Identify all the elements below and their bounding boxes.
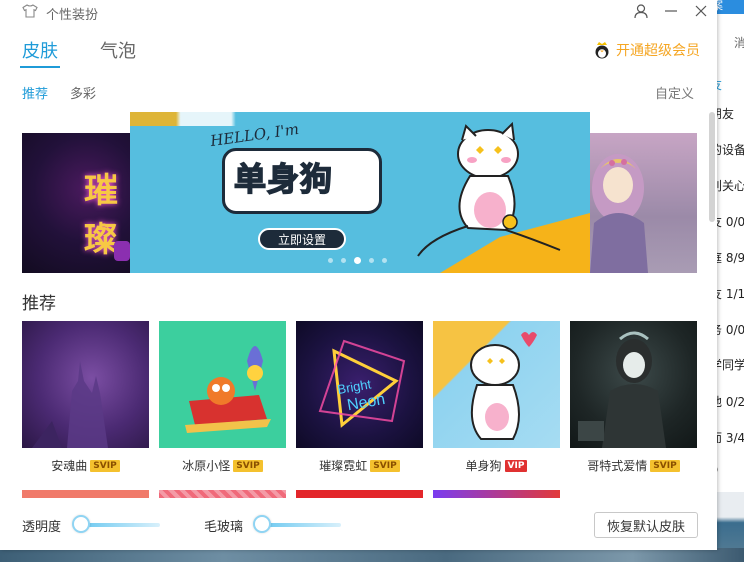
vip-link-label: 开通超级会员 <box>616 43 700 59</box>
apply-now-button[interactable]: 立即设置 <box>258 228 346 250</box>
frosted-glass-slider-handle[interactable] <box>253 515 271 533</box>
scrollbar[interactable] <box>709 112 715 222</box>
carousel-next-slide[interactable] <box>588 133 697 273</box>
skin-thumbnail <box>159 321 286 448</box>
carousel-dot[interactable] <box>341 258 346 263</box>
svip-badge: SVIP <box>233 459 263 472</box>
skin-panel: 个性装扮 皮肤 气泡 开通超级会员 推荐 多彩 自定义 璀璨 HELLO, I'… <box>0 0 717 550</box>
subtab-recommended[interactable]: 推荐 <box>22 83 48 102</box>
carousel-dots <box>328 257 387 264</box>
banner-headline: 单身狗 <box>233 159 334 199</box>
skin-name: 璀璨霓虹 <box>319 459 368 473</box>
restore-default-skin-button[interactable]: 恢复默认皮肤 <box>594 512 698 538</box>
skin-thumbnail[interactable] <box>22 490 149 498</box>
active-tab-indicator <box>20 66 60 68</box>
background-window-side-text: 消 <box>734 36 744 50</box>
skin-thumbnail <box>570 321 697 448</box>
window-title: 个性装扮 <box>46 8 99 23</box>
next-row-preview <box>22 490 582 498</box>
banner-carousel: 璀璨 HELLO, I'm 单身狗 立即设置 <box>22 112 697 274</box>
frosted-glass-slider[interactable] <box>253 515 343 535</box>
opacity-label: 透明度 <box>22 520 62 535</box>
skin-thumbnail <box>22 321 149 448</box>
open-super-vip-link[interactable]: 开通超级会员 <box>592 40 700 60</box>
tab-bubble[interactable]: 气泡 <box>100 37 136 63</box>
skin-grid: 安魂曲 SVIP 冰原小怪 SVIP Bright Neon 璀璨霓虹 SVIP… <box>22 321 698 481</box>
taskbar-background <box>0 548 744 562</box>
minimize-icon[interactable] <box>658 0 684 22</box>
bottom-toolbar: 透明度 毛玻璃 恢复默认皮肤 <box>0 498 717 550</box>
gothic-doll-image <box>590 154 648 273</box>
carousel-active-slide[interactable]: HELLO, I'm 单身狗 立即设置 <box>130 112 590 273</box>
tshirt-icon <box>22 4 38 18</box>
skin-card[interactable]: 哥特式爱情 SVIP <box>570 321 697 474</box>
skin-thumbnail[interactable] <box>159 490 286 498</box>
skin-card[interactable]: 单身狗 VIP <box>433 321 560 474</box>
carousel-dot-active[interactable] <box>354 257 361 264</box>
carousel-dot[interactable] <box>328 258 333 263</box>
skin-card[interactable]: 冰原小怪 SVIP <box>159 321 286 474</box>
opacity-slider-handle[interactable] <box>72 515 90 533</box>
close-icon[interactable] <box>688 0 714 22</box>
section-title: 推荐 <box>22 294 56 314</box>
skin-name: 单身狗 <box>465 459 502 473</box>
carousel-dot[interactable] <box>382 258 387 263</box>
customize-link[interactable]: 自定义 <box>655 83 694 102</box>
skin-name: 冰原小怪 <box>182 459 231 473</box>
user-icon[interactable] <box>628 0 654 22</box>
carousel-dot[interactable] <box>369 258 374 263</box>
tab-skin[interactable]: 皮肤 <box>22 37 58 63</box>
skin-card[interactable]: Bright Neon 璀璨霓虹 SVIP <box>296 321 423 474</box>
svip-badge: SVIP <box>370 459 400 472</box>
skin-thumbnail <box>433 321 560 448</box>
svip-badge: SVIP <box>650 459 680 472</box>
carousel-prev-slide[interactable]: 璀璨 <box>22 133 130 273</box>
vip-badge: VIP <box>504 459 528 472</box>
skin-thumbnail[interactable] <box>433 490 560 498</box>
skin-thumbnail[interactable] <box>296 490 423 498</box>
subtab-colorful[interactable]: 多彩 <box>70 83 96 102</box>
skin-name: 安魂曲 <box>51 459 88 473</box>
skin-name: 哥特式爱情 <box>587 459 648 473</box>
svip-badge: SVIP <box>90 459 120 472</box>
frosted-glass-label: 毛玻璃 <box>204 520 244 535</box>
cartoon-dog-image <box>417 121 561 257</box>
skin-card[interactable]: 安魂曲 SVIP <box>22 321 149 474</box>
opacity-slider[interactable] <box>72 515 162 535</box>
title-bar[interactable]: 个性装扮 <box>0 0 717 26</box>
skin-thumbnail: Bright Neon <box>296 321 423 448</box>
penguin-crown-icon <box>595 42 609 59</box>
